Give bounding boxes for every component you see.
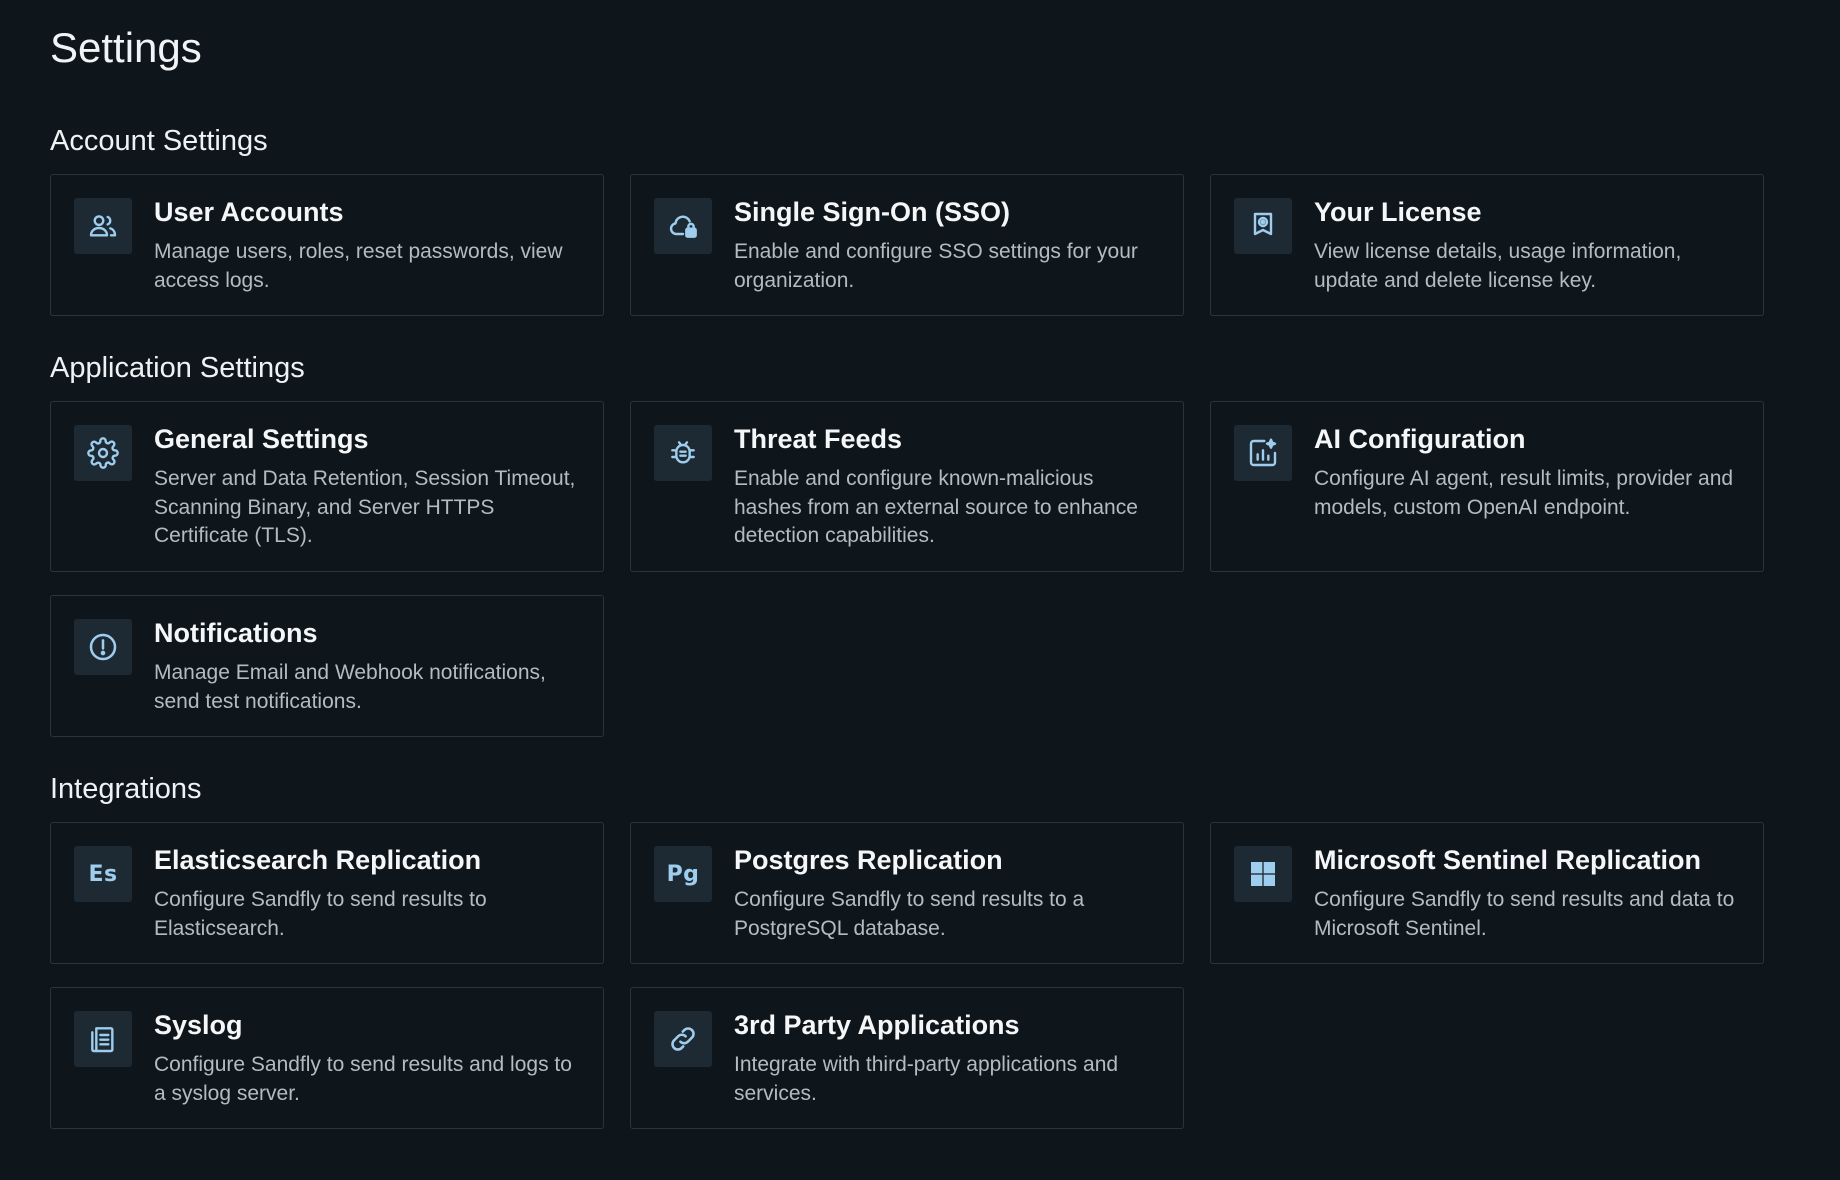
card-threat-feeds[interactable]: Threat Feeds Enable and configure known-… (630, 401, 1184, 572)
card-description: Enable and configure SSO settings for yo… (734, 240, 1138, 292)
card-title: 3rd Party Applications (734, 1010, 1020, 1040)
card-general-settings[interactable]: General Settings Server and Data Retenti… (50, 401, 604, 572)
card-title: Microsoft Sentinel Replication (1314, 845, 1702, 875)
users-icon (74, 198, 132, 254)
card-title: Syslog (154, 1010, 243, 1040)
bug-icon (654, 425, 712, 481)
card-title: Your License (1314, 197, 1482, 227)
card-microsoft-sentinel-replication[interactable]: Microsoft Sentinel Replication Configure… (1210, 822, 1764, 964)
card-title: Single Sign-On (SSO) (734, 197, 1010, 227)
page-title: Settings (50, 24, 202, 71)
card-description: Manage Email and Webhook notifications, … (154, 661, 546, 713)
card-title: Elasticsearch Replication (154, 845, 482, 875)
card-syslog[interactable]: Syslog Configure Sandfly to send results… (50, 987, 604, 1129)
elasticsearch-icon: Es (74, 846, 132, 902)
card-description: Integrate with third-party applications … (734, 1053, 1119, 1105)
gear-icon (74, 425, 132, 481)
section-title-account: Account Settings (50, 125, 268, 157)
card-3rd-party-applications[interactable]: 3rd Party Applications Integrate with th… (630, 987, 1184, 1129)
card-description: Configure Sandfly to send results to a P… (734, 888, 1085, 940)
card-postgres-replication[interactable]: Pg Postgres Replication Configure Sandfl… (630, 822, 1184, 964)
card-title: User Accounts (154, 197, 344, 227)
card-notifications[interactable]: Notifications Manage Email and Webhook n… (50, 595, 604, 737)
card-title: AI Configuration (1314, 424, 1526, 454)
card-description: Configure Sandfly to send results and lo… (154, 1053, 572, 1105)
card-description: Configure Sandfly to send results to Ela… (154, 888, 487, 940)
card-user-accounts[interactable]: User Accounts Manage users, roles, reset… (50, 174, 604, 316)
postgres-icon: Pg (654, 846, 712, 902)
section-title-application: Application Settings (50, 352, 305, 384)
card-description: Manage users, roles, reset passwords, vi… (154, 240, 563, 292)
section-title-integrations: Integrations (50, 773, 202, 805)
card-ai-configuration[interactable]: AI Configuration Configure AI agent, res… (1210, 401, 1764, 572)
windows-icon (1234, 846, 1292, 902)
card-description: Configure Sandfly to send results and da… (1314, 888, 1735, 940)
document-icon (74, 1011, 132, 1067)
alert-circle-icon (74, 619, 132, 675)
card-description: Enable and configure known-malicious has… (734, 467, 1138, 547)
card-single-sign-on[interactable]: Single Sign-On (SSO) Enable and configur… (630, 174, 1184, 316)
card-title: General Settings (154, 424, 369, 454)
cloud-lock-icon (654, 198, 712, 254)
card-description: Server and Data Retention, Session Timeo… (154, 467, 576, 547)
card-elasticsearch-replication[interactable]: Es Elasticsearch Replication Configure S… (50, 822, 604, 964)
card-description: Configure AI agent, result limits, provi… (1314, 467, 1734, 519)
award-badge-icon (1234, 198, 1292, 254)
card-title: Notifications (154, 618, 318, 648)
chart-sparkle-icon (1234, 425, 1292, 481)
card-title: Threat Feeds (734, 424, 903, 454)
link-icon (654, 1011, 712, 1067)
card-description: View license details, usage information,… (1314, 240, 1682, 292)
card-your-license[interactable]: Your License View license details, usage… (1210, 174, 1764, 316)
card-title: Postgres Replication (734, 845, 1003, 875)
